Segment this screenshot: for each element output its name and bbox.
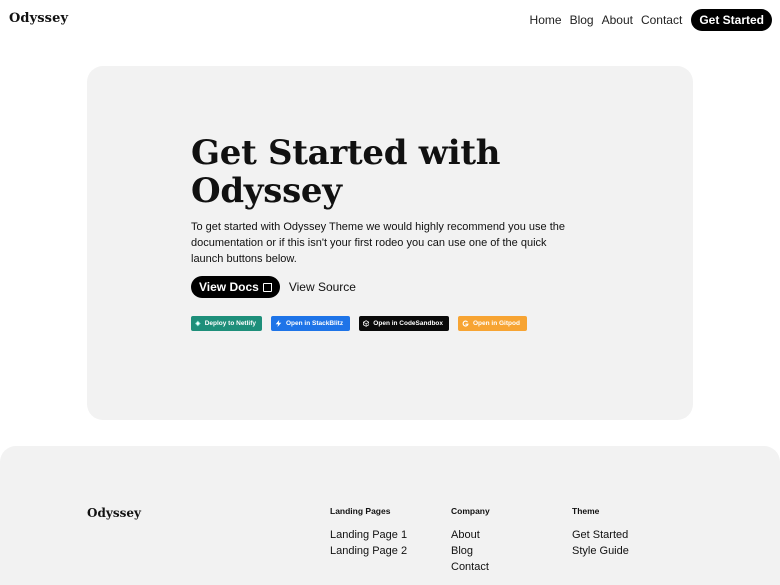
main-nav: Home Blog About Contact Get Started (530, 9, 772, 31)
open-codesandbox-label: Open in CodeSandbox (373, 320, 443, 327)
footer-link-style-guide[interactable]: Style Guide (572, 543, 629, 559)
netlify-icon (195, 320, 201, 327)
deploy-netlify-label: Deploy to Netlify (204, 320, 256, 327)
codesandbox-icon (363, 320, 370, 327)
hero-card: Get Started with Odyssey To get started … (87, 66, 693, 420)
footer-column-title: Landing Pages (330, 506, 391, 516)
footer-logo[interactable]: Odyssey (87, 506, 141, 520)
footer-link-landing-page-1[interactable]: Landing Page 1 (330, 527, 407, 543)
hero-description: To get started with Odyssey Theme we wou… (191, 221, 565, 265)
view-docs-button[interactable]: View Docs (191, 276, 280, 298)
site-footer: Odyssey Landing Pages Landing Page 1 Lan… (0, 446, 780, 585)
footer-link-get-started[interactable]: Get Started (572, 527, 629, 543)
footer-link-contact[interactable]: Contact (451, 559, 490, 575)
footer-column-company: Company About Blog Contact (451, 506, 490, 575)
nav-link-home[interactable]: Home (530, 9, 562, 31)
open-gitpod-label: Open in Gitpod (473, 320, 520, 327)
footer-column-title: Theme (572, 506, 600, 516)
site-logo[interactable]: Odyssey (9, 11, 68, 26)
external-link-icon (262, 282, 272, 292)
open-stackblitz-label: Open in StackBlitz (286, 320, 344, 327)
get-started-button[interactable]: Get Started (691, 9, 772, 31)
hero-title-line-2: Odyssey (191, 171, 342, 211)
open-gitpod-badge[interactable]: Open in Gitpod (458, 316, 527, 331)
hero-title: Get Started with Odyssey (191, 134, 571, 210)
quick-launch-badges: Deploy to Netlify Open in StackBlitz Ope… (191, 316, 571, 331)
hero-actions: View Docs View Source (191, 276, 571, 298)
hero-content: Get Started with Odyssey To get started … (191, 134, 571, 331)
lightning-icon (275, 320, 282, 327)
nav-link-contact[interactable]: Contact (641, 9, 682, 31)
view-source-link[interactable]: View Source (289, 280, 356, 294)
gitpod-icon (462, 320, 469, 327)
hero-title-line-1: Get Started with (191, 133, 501, 173)
nav-link-blog[interactable]: Blog (570, 9, 594, 31)
footer-link-about[interactable]: About (451, 527, 490, 543)
footer-column-title: Company (451, 506, 490, 516)
footer-column-landing-pages: Landing Pages Landing Page 1 Landing Pag… (330, 506, 407, 559)
view-docs-label: View Docs (199, 280, 259, 294)
nav-link-about[interactable]: About (602, 9, 633, 31)
deploy-netlify-badge[interactable]: Deploy to Netlify (191, 316, 262, 331)
open-stackblitz-badge[interactable]: Open in StackBlitz (271, 316, 350, 331)
footer-link-landing-page-2[interactable]: Landing Page 2 (330, 543, 407, 559)
footer-column-theme: Theme Get Started Style Guide (572, 506, 629, 559)
footer-link-blog[interactable]: Blog (451, 543, 490, 559)
open-codesandbox-badge[interactable]: Open in CodeSandbox (359, 316, 449, 331)
site-header: Odyssey Home Blog About Contact Get Star… (0, 0, 780, 40)
